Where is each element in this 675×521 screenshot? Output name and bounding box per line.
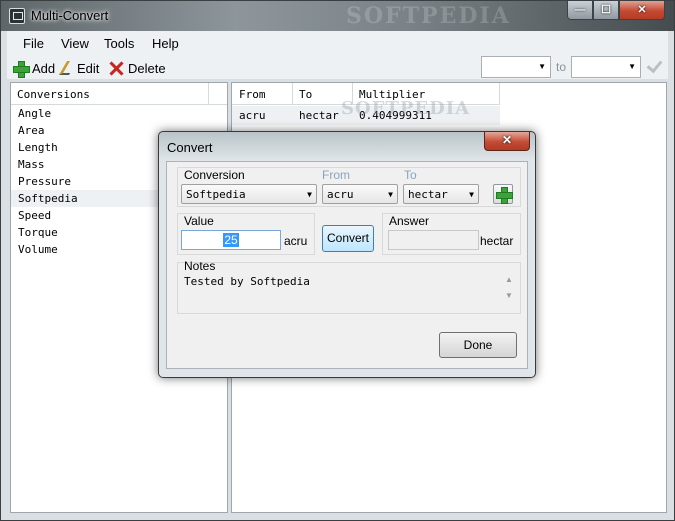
close-button[interactable]: ✕ bbox=[619, 1, 665, 20]
notes-group bbox=[177, 262, 521, 314]
menu-tools[interactable]: Tools bbox=[104, 36, 134, 51]
value-label: Value bbox=[184, 214, 214, 228]
dialog-body: Conversion From To Softpedia ▼ acru ▼ he… bbox=[166, 161, 528, 369]
value-input[interactable]: 25 bbox=[181, 230, 281, 250]
minimize-button[interactable]: — bbox=[567, 1, 593, 20]
delete-icon bbox=[109, 61, 124, 76]
chevron-down-icon: ▼ bbox=[538, 62, 546, 71]
menu-help[interactable]: Help bbox=[152, 36, 179, 51]
conversion-select-value: Softpedia bbox=[186, 188, 246, 201]
check-icon[interactable] bbox=[646, 58, 662, 74]
value-unit: acru bbox=[284, 234, 308, 248]
column-divider bbox=[292, 83, 293, 105]
maximize-button[interactable]: ☐ bbox=[593, 1, 619, 20]
window-title: Multi-Convert bbox=[31, 8, 109, 23]
chevron-down-icon: ▼ bbox=[307, 190, 312, 199]
delete-label: Delete bbox=[128, 60, 166, 76]
notes-textarea[interactable]: Tested by Softpedia bbox=[184, 275, 310, 288]
column-divider bbox=[499, 83, 500, 105]
from-label: From bbox=[322, 168, 350, 182]
from-unit-combo[interactable]: ▼ bbox=[481, 56, 551, 78]
menu-view[interactable]: View bbox=[61, 36, 89, 51]
add-conversion-button[interactable] bbox=[493, 184, 513, 204]
toolbar: Add Edit Delete bbox=[7, 55, 668, 79]
to-label: To bbox=[404, 168, 417, 182]
add-button[interactable]: Add bbox=[13, 59, 56, 78]
convert-dialog: Convert ✕ Conversion From To Softpedia ▼… bbox=[158, 131, 536, 378]
cell-to: hectar bbox=[299, 109, 339, 122]
answer-unit: hectar bbox=[480, 234, 514, 248]
edit-button[interactable]: Edit bbox=[58, 59, 100, 77]
value-text: 25 bbox=[223, 233, 239, 247]
conversions-header[interactable]: Conversions bbox=[11, 83, 227, 105]
to-label: to bbox=[556, 60, 567, 74]
dialog-close-button[interactable]: ✕ bbox=[484, 132, 530, 151]
menu-file[interactable]: File bbox=[23, 36, 44, 51]
main-window: Multi-Convert SOFTPEDIA — ☐ ✕ File View … bbox=[0, 0, 675, 521]
column-divider bbox=[208, 83, 209, 105]
from-select-value: acru bbox=[327, 188, 354, 201]
watermark: SOFTPEDIA bbox=[341, 98, 471, 119]
column-from[interactable]: From bbox=[239, 88, 266, 101]
answer-field[interactable] bbox=[388, 230, 479, 250]
pencil-icon bbox=[58, 61, 78, 75]
answer-label: Answer bbox=[389, 214, 430, 228]
dialog-title: Convert bbox=[167, 140, 213, 155]
delete-button[interactable]: Delete bbox=[109, 59, 166, 77]
app-icon[interactable] bbox=[9, 8, 25, 24]
add-icon bbox=[496, 187, 513, 204]
notes-label: Notes bbox=[184, 259, 216, 273]
add-icon bbox=[13, 60, 30, 78]
menu-bar: File View Tools Help bbox=[7, 31, 668, 55]
watermark: SOFTPEDIA bbox=[346, 3, 511, 29]
notes-scrollbar[interactable]: ▲ ▼ bbox=[503, 272, 515, 304]
to-select[interactable]: hectar ▼ bbox=[403, 184, 479, 204]
conversion-label: Conversion bbox=[184, 168, 245, 182]
chevron-down-icon: ▼ bbox=[628, 62, 636, 71]
chevron-down-icon: ▼ bbox=[469, 190, 474, 199]
conversions-header-label: Conversions bbox=[17, 88, 90, 101]
convert-button[interactable]: Convert bbox=[322, 225, 374, 252]
to-unit-combo[interactable]: ▼ bbox=[571, 56, 641, 78]
from-select[interactable]: acru ▼ bbox=[322, 184, 398, 204]
cell-from: acru bbox=[239, 109, 266, 122]
conversion-select[interactable]: Softpedia ▼ bbox=[181, 184, 317, 204]
chevron-down-icon: ▼ bbox=[388, 190, 393, 199]
column-to[interactable]: To bbox=[299, 88, 312, 101]
done-button[interactable]: Done bbox=[439, 332, 517, 358]
add-label: Add bbox=[32, 60, 56, 76]
to-select-value: hectar bbox=[408, 188, 448, 201]
list-item[interactable]: Angle bbox=[11, 105, 227, 122]
edit-label: Edit bbox=[77, 60, 100, 76]
title-bar: Multi-Convert SOFTPEDIA — ☐ ✕ bbox=[1, 1, 674, 31]
